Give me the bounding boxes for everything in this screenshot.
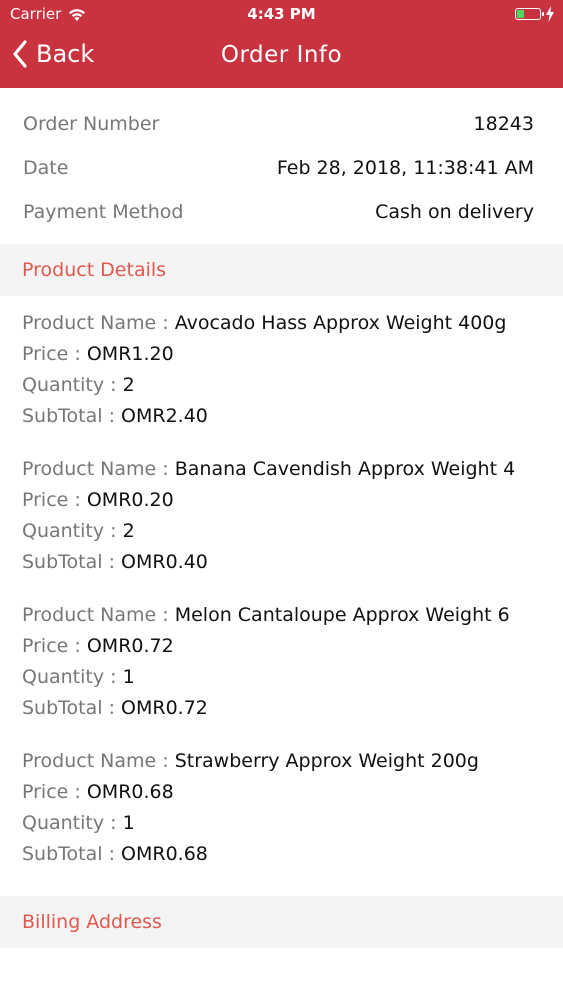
product-quantity: 2 (122, 374, 135, 396)
price-label: Price : (22, 489, 87, 511)
order-number-value: 18243 (473, 113, 534, 135)
subtotal-label: SubTotal : (22, 405, 122, 427)
order-date-value: Feb 28, 2018, 11:38:41 AM (276, 157, 534, 179)
product-price: OMR0.68 (86, 781, 174, 803)
product-name: Strawberry Approx Weight 200g (174, 750, 479, 772)
product-item: Product Name : Avocado Hass Approx Weigh… (22, 308, 563, 432)
product-item: Product Name : Strawberry Approx Weight … (22, 746, 563, 870)
product-subtotal: OMR2.40 (121, 405, 208, 427)
product-name-label: Product Name : (22, 604, 175, 626)
product-item: Product Name : Melon Cantaloupe Approx W… (22, 600, 563, 724)
product-name-label: Product Name : (22, 458, 175, 480)
order-number-label: Order Number (23, 113, 160, 135)
payment-method-row: Payment Method Cash on delivery (23, 190, 534, 234)
quantity-label: Quantity : (22, 520, 123, 542)
product-list: Product Name : Avocado Hass Approx Weigh… (0, 296, 563, 896)
page-title: Order Info (220, 42, 343, 68)
product-details-header: Product Details (0, 244, 563, 296)
order-date-row: Date Feb 28, 2018, 11:38:41 AM (23, 146, 534, 190)
product-name-label: Product Name : (22, 750, 175, 772)
product-quantity: 2 (122, 520, 135, 542)
order-summary: Order Number 18243 Date Feb 28, 2018, 11… (0, 88, 563, 244)
subtotal-label: SubTotal : (22, 697, 122, 719)
quantity-label: Quantity : (22, 666, 123, 688)
product-name-label: Product Name : (22, 312, 175, 334)
subtotal-label: SubTotal : (22, 551, 122, 573)
product-name: Banana Cavendish Approx Weight 4 (174, 458, 516, 480)
order-number-row: Order Number 18243 (23, 102, 534, 146)
battery-level (517, 10, 524, 18)
product-price: OMR0.72 (86, 635, 174, 657)
product-name: Melon Cantaloupe Approx Weight 6 (174, 604, 510, 626)
price-label: Price : (22, 781, 87, 803)
payment-method-label: Payment Method (23, 201, 184, 223)
product-quantity: 1 (122, 812, 135, 834)
quantity-label: Quantity : (22, 374, 123, 396)
payment-method-value: Cash on delivery (375, 201, 534, 223)
status-bar: Carrier 4:43 PM (0, 0, 563, 28)
quantity-label: Quantity : (22, 812, 123, 834)
product-item: Product Name : Banana Cavendish Approx W… (22, 454, 563, 578)
nav-bar: Back Order Info (0, 30, 563, 82)
billing-address-header: Billing Address (0, 896, 563, 948)
price-label: Price : (22, 343, 87, 365)
product-price: OMR0.20 (86, 489, 174, 511)
order-date-label: Date (23, 157, 69, 179)
subtotal-label: SubTotal : (22, 843, 122, 865)
product-subtotal: OMR0.72 (121, 697, 208, 719)
product-name: Avocado Hass Approx Weight 400g (174, 312, 507, 334)
product-subtotal: OMR0.68 (121, 843, 208, 865)
battery-icon (515, 8, 544, 20)
clock: 4:43 PM (247, 5, 316, 23)
price-label: Price : (22, 635, 87, 657)
product-quantity: 1 (122, 666, 135, 688)
charging-icon (546, 6, 554, 22)
product-price: OMR1.20 (86, 343, 174, 365)
product-subtotal: OMR0.40 (121, 551, 208, 573)
header-bar: Carrier 4:43 PM Back Order Info (0, 0, 563, 88)
